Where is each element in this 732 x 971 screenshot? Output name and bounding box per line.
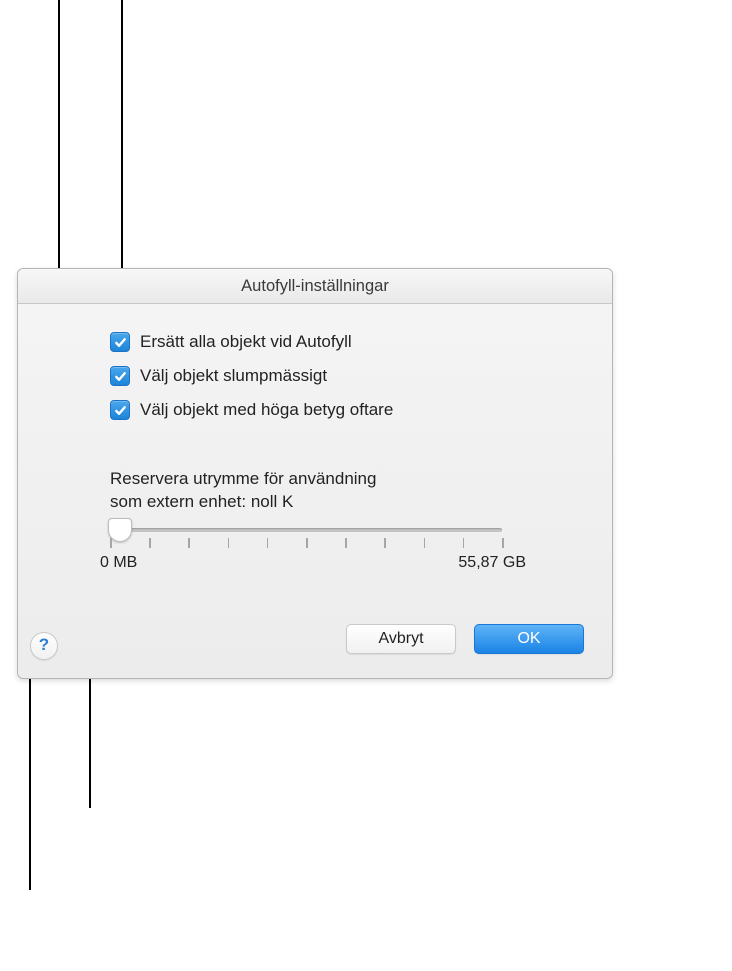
dialog-button-row: Avbryt OK [46, 624, 584, 654]
slider-tick [228, 538, 230, 548]
slider-tick [502, 538, 504, 548]
reserve-space-label: Reservera utrymme för användning som ext… [110, 468, 584, 514]
reserve-space-slider[interactable]: 0 MB 55,87 GB [110, 528, 544, 572]
reserve-line1: Reservera utrymme för användning [110, 469, 376, 488]
checkbox-label: Ersätt alla objekt vid Autofyll [140, 332, 352, 352]
checkbox-higher-rated[interactable] [110, 400, 130, 420]
slider-labels: 0 MB 55,87 GB [110, 554, 502, 572]
slider-min-label: 0 MB [100, 554, 137, 572]
check-icon [114, 370, 127, 383]
dialog-title: Autofyll-inställningar [18, 269, 612, 304]
checkbox-label: Välj objekt slumpmässigt [140, 366, 327, 386]
slider-tick [110, 538, 112, 548]
check-icon [114, 404, 127, 417]
reserve-line2-prefix: som extern enhet: [110, 492, 251, 511]
slider-tick [345, 538, 347, 548]
checkbox-label: Välj objekt med höga betyg oftare [140, 400, 393, 420]
slider-ticks [110, 538, 502, 550]
slider-tick [463, 538, 465, 548]
autofill-settings-dialog: Autofyll-inställningar Ersätt alla objek… [17, 268, 613, 679]
cancel-button[interactable]: Avbryt [346, 624, 456, 654]
reserve-value: noll K [251, 492, 294, 511]
slider-max-label: 55,87 GB [458, 554, 526, 572]
checkbox-row-higher-rated[interactable]: Välj objekt med höga betyg oftare [110, 400, 584, 420]
ok-button[interactable]: OK [474, 624, 584, 654]
checkbox-replace-all[interactable] [110, 332, 130, 352]
slider-tick [384, 538, 386, 548]
checkbox-row-random[interactable]: Välj objekt slumpmässigt [110, 366, 584, 386]
slider-tick [267, 538, 269, 548]
slider-track[interactable] [110, 528, 502, 532]
slider-tick [149, 538, 151, 548]
slider-tick [306, 538, 308, 548]
help-button[interactable]: ? [30, 632, 58, 660]
slider-tick [188, 538, 190, 548]
checkbox-random[interactable] [110, 366, 130, 386]
slider-tick [424, 538, 426, 548]
checkbox-row-replace-all[interactable]: Ersätt alla objekt vid Autofyll [110, 332, 584, 352]
check-icon [114, 336, 127, 349]
